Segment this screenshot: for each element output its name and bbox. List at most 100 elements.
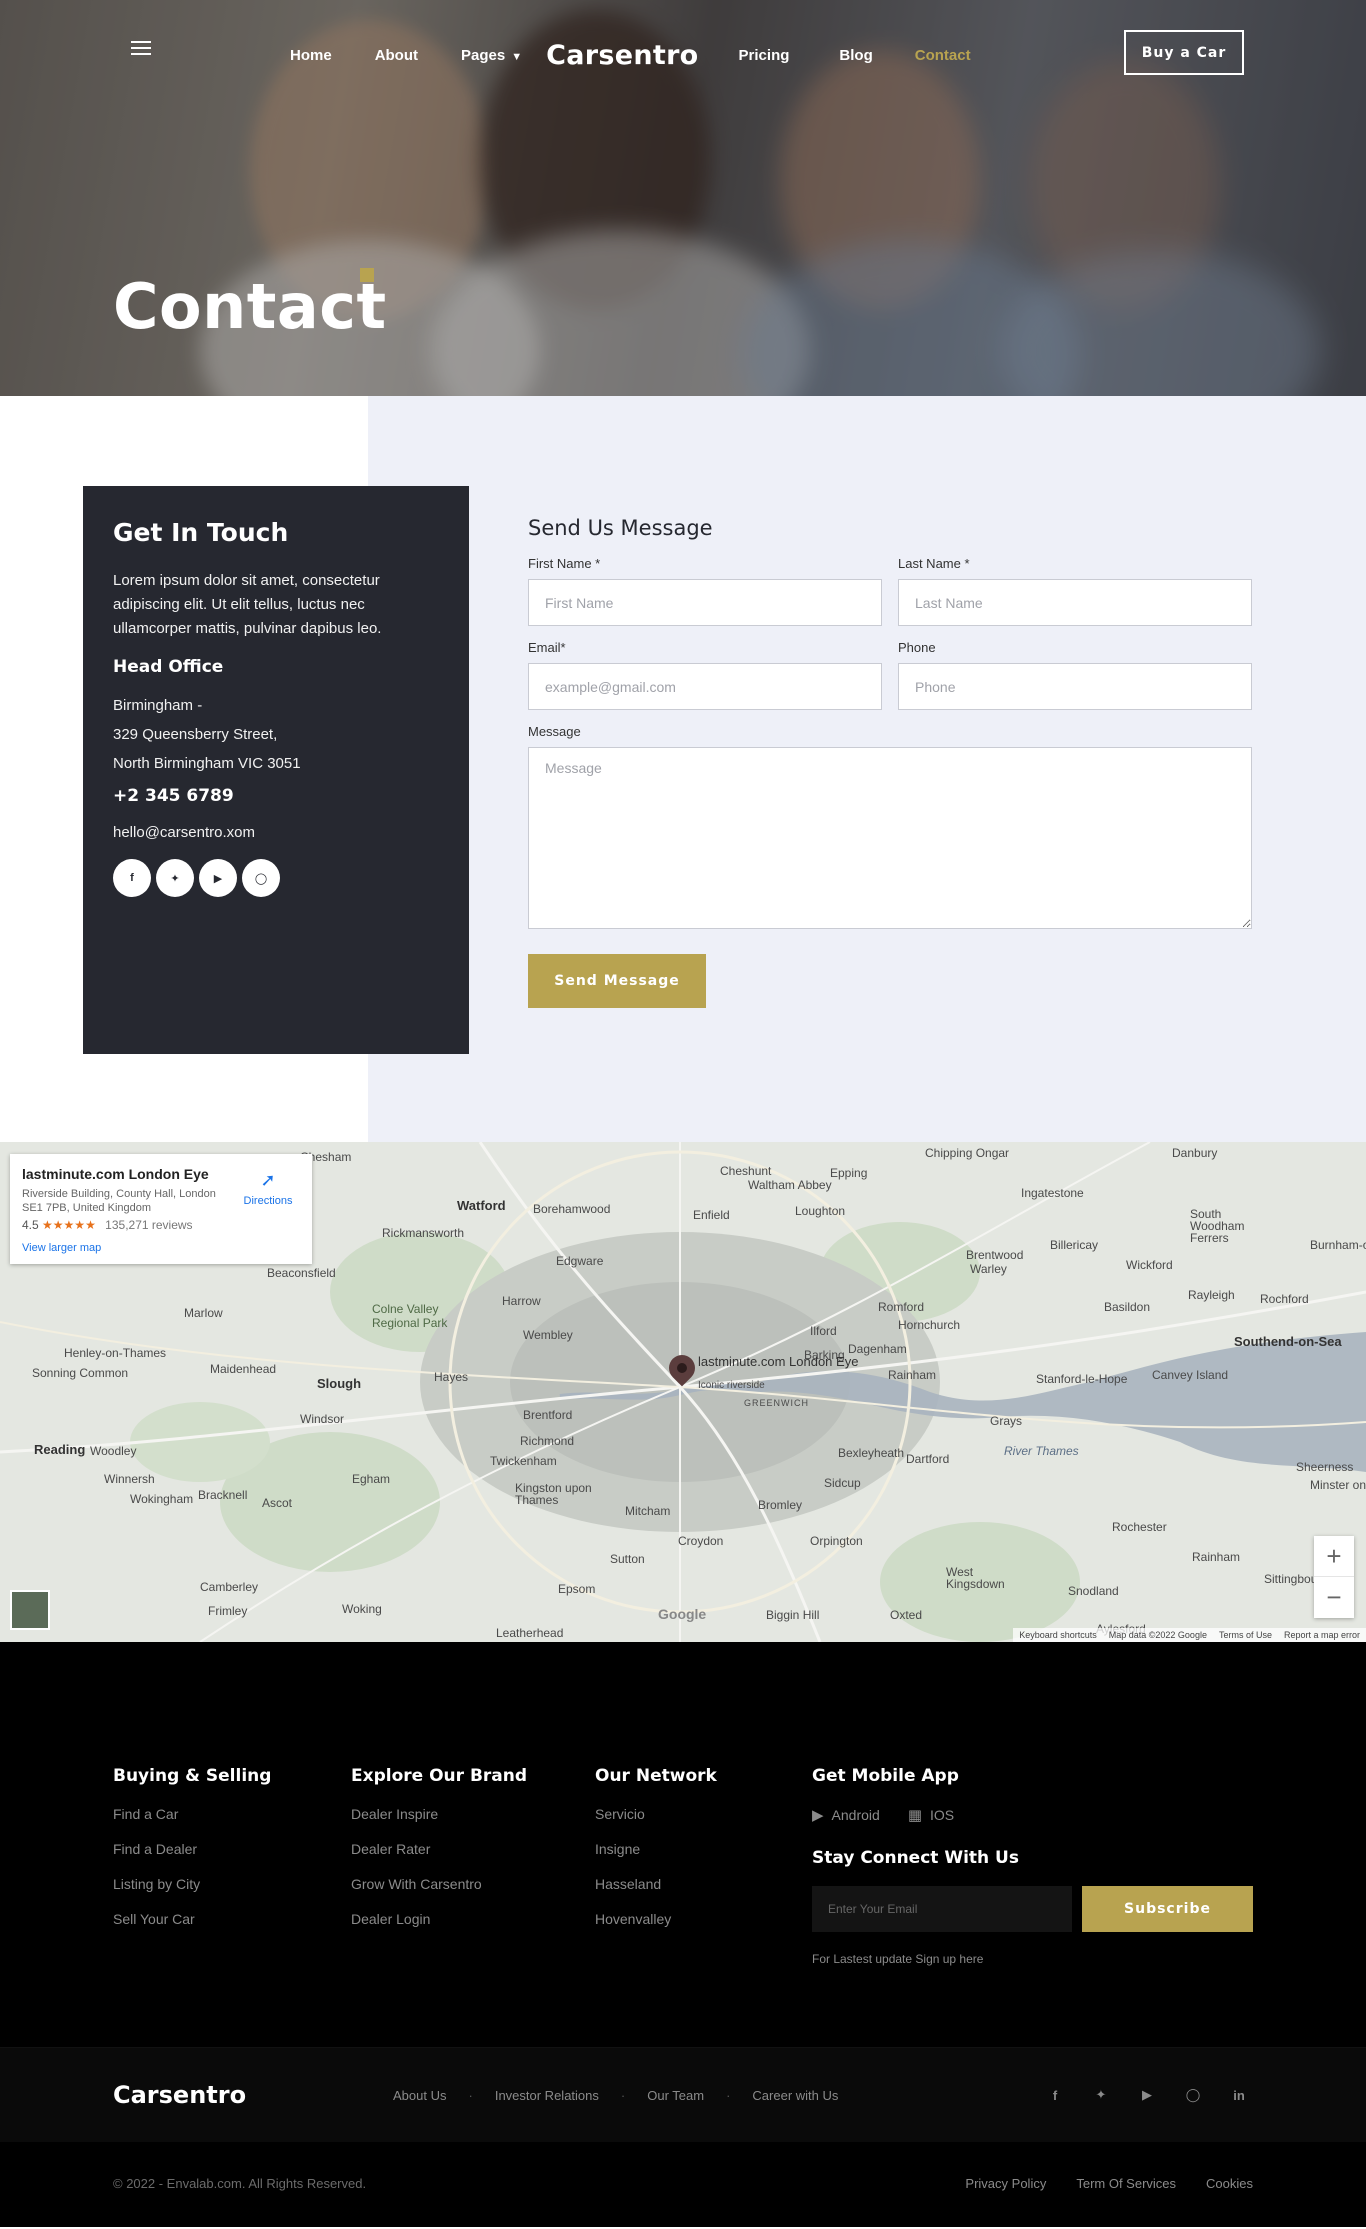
copyright-text: © 2022 - Envalab.com. All Rights Reserve… bbox=[113, 2176, 367, 2191]
map-label-croydon: Croydon bbox=[678, 1534, 724, 1548]
footer-link[interactable]: Sell Your Car bbox=[113, 1911, 271, 1927]
facebook-icon[interactable]: f bbox=[113, 859, 151, 897]
linkedin-icon[interactable]: in bbox=[1228, 2084, 1250, 2106]
first-name-input[interactable] bbox=[528, 579, 882, 626]
android-link[interactable]: ▶ Android bbox=[812, 1806, 880, 1824]
our-team-link[interactable]: Our Team bbox=[647, 2088, 704, 2103]
map-label-bromley: Bromley bbox=[758, 1498, 803, 1512]
map-label-woking: Woking bbox=[342, 1602, 382, 1616]
map-label-waltham-abbey: Waltham Abbey bbox=[748, 1178, 832, 1192]
map-label-winnersh: Winnersh bbox=[104, 1472, 155, 1486]
email-field: Email* bbox=[528, 640, 882, 710]
office-phone[interactable]: +2 345 6789 bbox=[113, 786, 439, 806]
map-pin-label[interactable]: lastminute.com London Eye bbox=[698, 1354, 858, 1369]
map-label-billericay: Billericay bbox=[1050, 1238, 1099, 1252]
terms-link[interactable]: Term Of Services bbox=[1076, 2176, 1176, 2191]
office-email[interactable]: hello@carsentro.xom bbox=[113, 824, 439, 841]
about-us-link[interactable]: About Us bbox=[393, 2088, 446, 2103]
contact-socials: f ✦ ▶ ◯ bbox=[113, 859, 439, 897]
last-name-label: Last Name * bbox=[898, 556, 970, 571]
twitter-icon[interactable]: ✦ bbox=[1090, 2084, 1112, 2106]
info-card-description: Lorem ipsum dolor sit amet, consectetur … bbox=[113, 572, 382, 637]
report-error-link[interactable]: Report a map error bbox=[1284, 1630, 1360, 1640]
nav-links: Home About Pages ▼ Carsentro Pricing Blog… bbox=[290, 40, 971, 71]
app-store-links: ▶ Android ▦ IOS bbox=[812, 1806, 1253, 1824]
map-label-river-thames: River Thames bbox=[1004, 1444, 1079, 1458]
site-footer: Buying & Selling Find a Car Find a Deale… bbox=[0, 1642, 1366, 2227]
nav-link-home[interactable]: Home bbox=[290, 47, 332, 64]
nav-link-blog[interactable]: Blog bbox=[839, 47, 872, 64]
directions-button[interactable]: ➚ Directions bbox=[238, 1170, 298, 1207]
keyboard-shortcuts-link[interactable]: Keyboard shortcuts bbox=[1019, 1630, 1097, 1640]
newsletter-email-input[interactable] bbox=[812, 1886, 1072, 1932]
footer-link[interactable]: Grow With Carsentro bbox=[351, 1876, 527, 1892]
footer-link[interactable]: Servicio bbox=[595, 1806, 717, 1822]
map-label-leatherhead: Leatherhead bbox=[496, 1626, 564, 1640]
privacy-policy-link[interactable]: Privacy Policy bbox=[965, 2176, 1046, 2191]
facebook-icon[interactable]: f bbox=[1044, 2084, 1066, 2106]
map-label-woodley: Woodley bbox=[90, 1444, 137, 1458]
youtube-icon[interactable]: ▶ bbox=[199, 859, 237, 897]
stay-connect-title: Stay Connect With Us bbox=[812, 1848, 1019, 1868]
footer-col-title: Get Mobile App bbox=[812, 1766, 959, 1786]
map-label-canvey-island: Canvey Island bbox=[1152, 1368, 1229, 1382]
nav-link-pages[interactable]: Pages ▼ bbox=[461, 47, 522, 64]
reviews-count[interactable]: 135,271 reviews bbox=[105, 1218, 192, 1232]
footer-link[interactable]: Hasseland bbox=[595, 1876, 717, 1892]
brand-logo[interactable]: Carsentro bbox=[546, 40, 698, 71]
map-label-rainham: Rainham bbox=[888, 1368, 937, 1382]
footer-link[interactable]: Find a Dealer bbox=[113, 1841, 271, 1857]
footer-link[interactable]: Insigne bbox=[595, 1841, 717, 1857]
nav-link-contact[interactable]: Contact bbox=[915, 47, 971, 64]
investor-relations-link[interactable]: Investor Relations bbox=[495, 2088, 599, 2103]
phone-field: Phone bbox=[898, 640, 1252, 710]
message-textarea[interactable] bbox=[528, 747, 1252, 929]
footer-link[interactable]: Dealer Inspire bbox=[351, 1806, 527, 1822]
instagram-icon[interactable]: ◯ bbox=[1182, 2084, 1204, 2106]
buy-a-car-button[interactable]: Buy a Car bbox=[1124, 30, 1244, 75]
info-card-title: Get In Touch bbox=[113, 518, 289, 547]
footer-link[interactable]: Find a Car bbox=[113, 1806, 271, 1822]
google-map[interactable]: Watford Borehamwood Enfield Loughton Epp… bbox=[0, 1142, 1366, 1642]
place-rating: 4.5 ★★★★★ 135,271 reviews bbox=[22, 1218, 300, 1232]
zoom-out-button[interactable]: − bbox=[1314, 1577, 1354, 1618]
footer-link[interactable]: Listing by City bbox=[113, 1876, 271, 1892]
map-label-frimley: Frimley bbox=[208, 1604, 248, 1618]
address-line-3: North Birmingham VIC 3051 bbox=[113, 755, 301, 772]
footer-link[interactable]: Dealer Login bbox=[351, 1911, 527, 1927]
map-label-colne-valley: Colne Valley Regional Park bbox=[372, 1302, 448, 1330]
map-label-twickenham: Twickenham bbox=[490, 1454, 557, 1468]
cookies-link[interactable]: Cookies bbox=[1206, 2176, 1253, 2191]
map-satellite-toggle[interactable] bbox=[10, 1590, 50, 1630]
nav-link-about[interactable]: About bbox=[375, 47, 418, 64]
footer-logo[interactable]: Carsentro bbox=[113, 2081, 246, 2109]
map-label-hayes: Hayes bbox=[434, 1370, 469, 1384]
phone-input[interactable] bbox=[898, 663, 1252, 710]
instagram-icon[interactable]: ◯ bbox=[242, 859, 280, 897]
map-label-borehamwood: Borehamwood bbox=[533, 1202, 611, 1216]
terms-of-use-link[interactable]: Terms of Use bbox=[1219, 1630, 1272, 1640]
last-name-field: Last Name * bbox=[898, 556, 1252, 626]
address-line-1: Birmingham - bbox=[113, 697, 203, 714]
view-larger-map-link[interactable]: View larger map bbox=[22, 1242, 300, 1254]
map-label-biggin-hill: Biggin Hill bbox=[766, 1608, 820, 1622]
hamburger-menu-icon[interactable] bbox=[131, 41, 153, 59]
footer-link[interactable]: Dealer Rater bbox=[351, 1841, 527, 1857]
map-label-rainham-kent: Rainham bbox=[1192, 1550, 1241, 1564]
youtube-icon[interactable]: ▶ bbox=[1136, 2084, 1158, 2106]
subscribe-button[interactable]: Subscribe bbox=[1082, 1886, 1253, 1932]
zoom-in-button[interactable]: + bbox=[1314, 1536, 1354, 1577]
email-input[interactable] bbox=[528, 663, 882, 710]
nav-link-pricing[interactable]: Pricing bbox=[739, 47, 790, 64]
message-label: Message bbox=[528, 724, 581, 739]
footer-link[interactable]: Hovenvalley bbox=[595, 1911, 717, 1927]
map-pin-sublabel: Iconic riverside bbox=[698, 1380, 765, 1391]
map-label-richmond: Richmond bbox=[520, 1434, 575, 1448]
app-store-icon: ▦ bbox=[907, 1807, 922, 1824]
career-link[interactable]: Career with Us bbox=[752, 2088, 838, 2103]
twitter-icon[interactable]: ✦ bbox=[156, 859, 194, 897]
ios-link[interactable]: ▦ IOS bbox=[908, 1806, 954, 1824]
send-message-button[interactable]: Send Message bbox=[528, 954, 706, 1008]
android-label: Android bbox=[831, 1807, 880, 1823]
last-name-input[interactable] bbox=[898, 579, 1252, 626]
